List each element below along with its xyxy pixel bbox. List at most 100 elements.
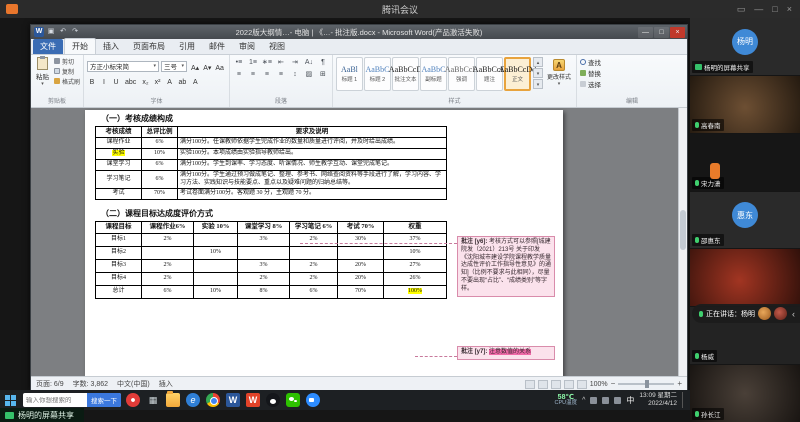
borders-button[interactable]: ⊞	[317, 69, 329, 80]
print-layout-view-icon[interactable]	[524, 379, 535, 389]
outline-view-icon[interactable]	[563, 379, 574, 389]
font-color-button[interactable]: A	[190, 76, 200, 87]
task-view-icon[interactable]: ▦	[146, 393, 160, 407]
ribbon-tab[interactable]: 文件	[33, 39, 63, 54]
ribbon-tab[interactable]: 视图	[262, 39, 292, 54]
ribbon-tab[interactable]: 审阅	[232, 39, 262, 54]
font-name-select[interactable]: 方正小标宋简 ▾	[87, 60, 160, 72]
gallery-expand-icon[interactable]: ▾	[532, 79, 543, 89]
chrome-icon[interactable]	[206, 393, 220, 407]
style-item[interactable]: AaBbCcD 强调	[445, 57, 478, 91]
language-indicator[interactable]: 中文(中国)	[117, 379, 150, 389]
decrease-indent-button[interactable]: ⇤	[275, 57, 287, 68]
shrink-font-button[interactable]: A▾	[201, 64, 213, 73]
zoom-level[interactable]: 100%	[590, 381, 608, 388]
file-explorer-icon[interactable]	[166, 391, 180, 407]
bullets-button[interactable]: •≡	[233, 57, 245, 68]
select-button[interactable]: 选择	[579, 79, 684, 89]
gallery-scroll-up-icon[interactable]: ▴	[532, 57, 543, 67]
notification-button[interactable]	[682, 392, 687, 408]
tray-expand-icon[interactable]: ^	[582, 397, 585, 404]
style-item[interactable]: AaBbC 标题 2	[363, 57, 391, 91]
cpu-temp-widget[interactable]: 58℃ CPU温度	[555, 394, 578, 407]
word-close-button[interactable]: ×	[670, 26, 685, 38]
style-item[interactable]: AaBbC 副标题	[419, 57, 447, 91]
maximize-button[interactable]: □	[772, 0, 777, 18]
superscript-button[interactable]: x²	[153, 76, 163, 87]
minimize-button[interactable]: —	[754, 0, 763, 18]
participant-tile[interactable]	[690, 249, 800, 307]
format-painter-button[interactable]: 格式刷	[54, 76, 80, 86]
multilevel-list-button[interactable]: ∗≡	[261, 57, 273, 68]
paste-button[interactable]: 粘贴 ▾	[34, 56, 51, 88]
style-item[interactable]: AaBl 标题 1	[335, 57, 363, 91]
shading-button[interactable]: ▨	[303, 69, 315, 80]
bold-button[interactable]: B	[87, 76, 97, 87]
participant-tile[interactable]: 杨明 杨明的屏幕共享	[690, 18, 800, 75]
ime-indicator[interactable]: 中	[626, 395, 634, 406]
wechat-icon[interactable]	[286, 393, 300, 407]
collapse-icon[interactable]: ‹	[792, 309, 795, 319]
page-indicator[interactable]: 页面: 6/9	[36, 379, 64, 389]
sort-button[interactable]: A↓	[303, 57, 315, 68]
word-app-icon[interactable]: W	[226, 393, 240, 407]
monitor-icon[interactable]: ▭	[737, 0, 746, 18]
gallery-scroll-down-icon[interactable]: ▾	[532, 68, 543, 78]
start-button[interactable]	[3, 393, 18, 408]
participant-tile[interactable]: 高春南	[690, 75, 800, 133]
justify-button[interactable]: ≡	[275, 69, 287, 80]
sound-icon[interactable]	[590, 396, 598, 404]
change-styles-button[interactable]: A 更改样式 ▾	[545, 57, 573, 87]
redo-icon[interactable]: ↷	[70, 27, 80, 37]
replace-button[interactable]: 替换	[579, 68, 684, 78]
font-size-select[interactable]: 三号 ▾	[161, 60, 188, 72]
grow-font-button[interactable]: A▴	[189, 64, 201, 73]
word-minimize-button[interactable]: —	[638, 26, 653, 38]
search-button[interactable]: 搜索一下	[87, 393, 121, 407]
wps-icon[interactable]: W	[246, 393, 260, 407]
ribbon-tab[interactable]: 邮件	[202, 39, 232, 54]
copy-button[interactable]: 复制	[54, 66, 80, 76]
style-item[interactable]: AaBbCcD 批注文本	[389, 57, 422, 91]
zoom-in-button[interactable]: +	[677, 379, 682, 389]
save-icon[interactable]: ▣	[46, 27, 56, 37]
find-button[interactable]: 查找	[579, 57, 684, 67]
word-logo-icon[interactable]: W	[34, 27, 44, 37]
align-right-button[interactable]: ≡	[261, 69, 273, 80]
taskbar-search[interactable]: 搜索一下	[23, 393, 121, 407]
text-effects-button[interactable]: A	[165, 76, 175, 87]
ribbon-tab[interactable]: 插入	[96, 39, 126, 54]
vertical-scrollbar[interactable]	[678, 108, 687, 376]
meeting-app-icon[interactable]	[306, 393, 320, 407]
align-center-button[interactable]: ≡	[247, 69, 259, 80]
ribbon-tab[interactable]: 引用	[172, 39, 202, 54]
fullscreen-view-icon[interactable]	[537, 379, 548, 389]
align-left-button[interactable]: ≡	[233, 69, 245, 80]
highlight-color-button[interactable]: ab	[177, 76, 189, 87]
network-icon[interactable]	[602, 396, 610, 404]
zoom-slider-thumb[interactable]	[645, 380, 650, 388]
clear-formatting-button[interactable]: Aa	[213, 64, 226, 73]
zoom-slider[interactable]	[618, 380, 675, 388]
search-input[interactable]	[23, 396, 87, 404]
paragraph-marks-button[interactable]: ¶	[317, 57, 329, 68]
line-spacing-button[interactable]: ↕	[289, 69, 301, 80]
participant-tile[interactable]: 宋力潇	[690, 133, 800, 191]
italic-button[interactable]: I	[99, 76, 109, 87]
ribbon-tab[interactable]: 页面布局	[126, 39, 172, 54]
undo-icon[interactable]: ↶	[58, 27, 68, 37]
comment-balloon[interactable]: 批注 [y7]: 注意数值的关系	[457, 346, 555, 360]
cut-button[interactable]: 剪切	[54, 56, 80, 66]
ie-browser-icon[interactable]: e	[186, 393, 200, 407]
scrollbar-thumb[interactable]	[680, 209, 686, 250]
participant-tile[interactable]: 孙长江	[690, 365, 800, 422]
taskbar-clock[interactable]: 13:09 星期二 2022/4/12	[639, 392, 677, 408]
browser-360-icon[interactable]	[126, 393, 140, 407]
increase-indent-button[interactable]: ⇥	[289, 57, 301, 68]
close-button[interactable]: ×	[787, 0, 792, 18]
ribbon-tab[interactable]: 开始	[64, 38, 96, 54]
underline-button[interactable]: U	[111, 76, 121, 87]
speaking-toast[interactable]: 正在讲话：杨明 ‹	[692, 304, 800, 323]
strikethrough-button[interactable]: abc	[123, 76, 138, 87]
insert-mode-indicator[interactable]: 插入	[159, 379, 173, 389]
